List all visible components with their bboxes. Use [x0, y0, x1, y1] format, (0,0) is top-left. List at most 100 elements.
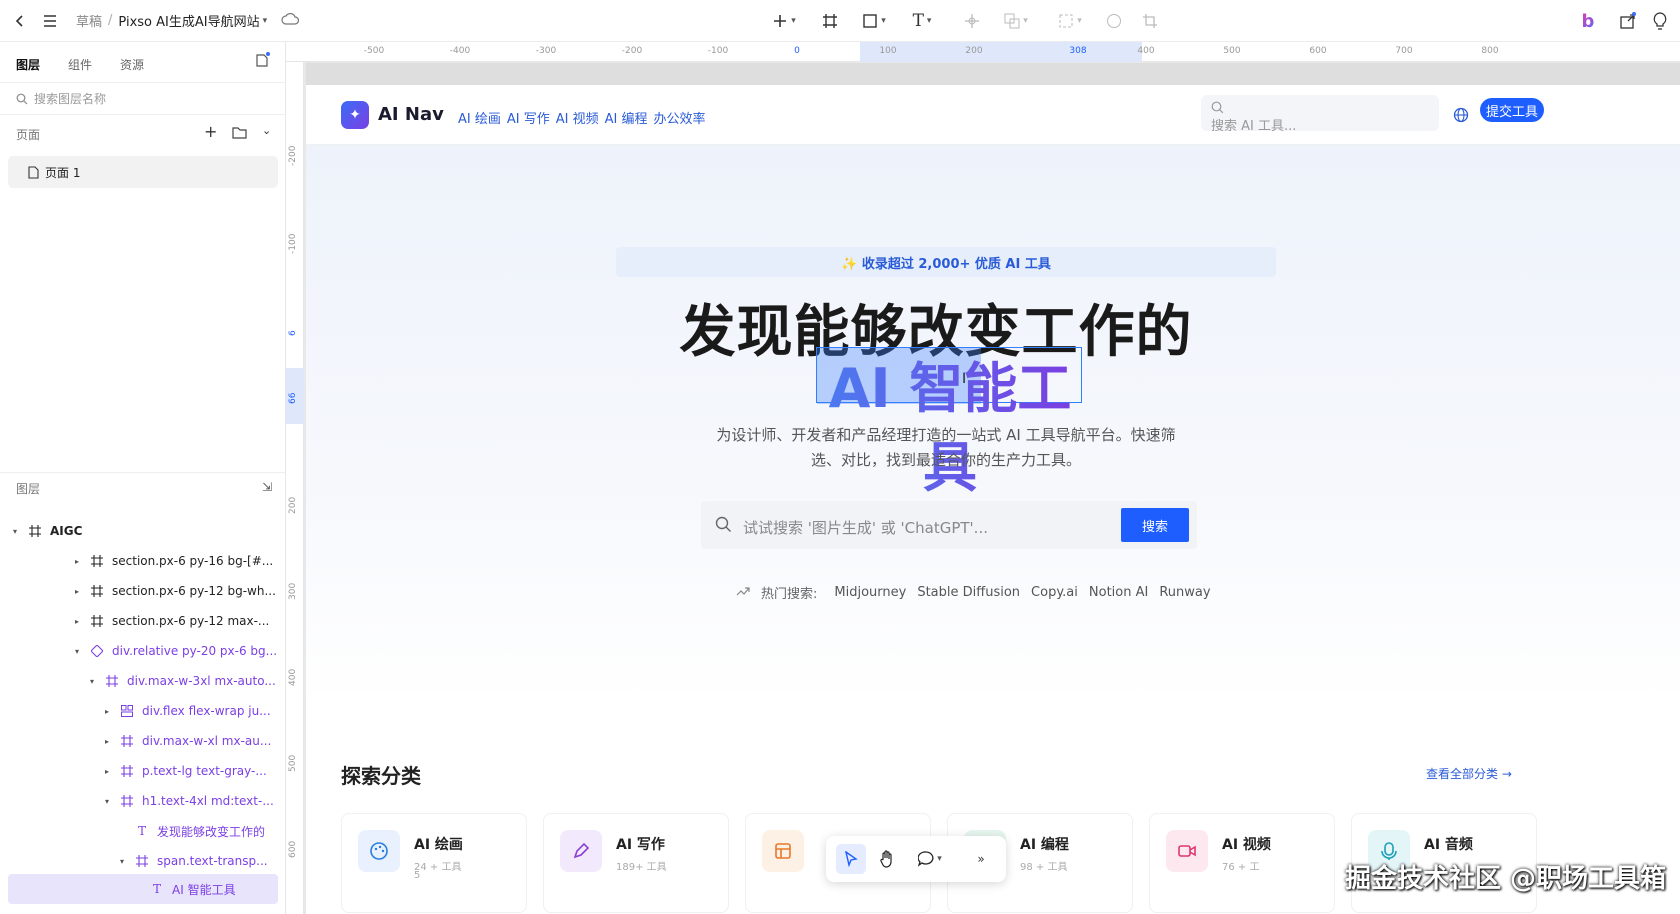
hero-search-bar: 试试搜索 '图片生成' 或 'ChatGPT'... 搜索: [701, 501, 1197, 549]
nav-link[interactable]: 办公效率: [654, 108, 706, 127]
hot-search-link[interactable]: Runway: [1159, 585, 1210, 600]
watermark: 掘金技术社区 @职场工具箱: [1345, 864, 1667, 894]
layer-row[interactable]: ▸ section.px-6 py-16 bg-[#...: [0, 546, 286, 576]
search-icon: [16, 93, 28, 104]
tab-assets[interactable]: 资源: [120, 56, 144, 73]
hero-search-button[interactable]: 搜索: [1121, 508, 1189, 542]
layer-row[interactable]: T 发现能够改变工作的: [0, 816, 286, 846]
caret-right-icon[interactable]: ▸: [72, 557, 82, 566]
nav-link[interactable]: AI 写作: [507, 108, 550, 127]
layer-row[interactable]: ▸ p.text-lg text-gray-...: [0, 756, 286, 786]
floating-toolbar: ▾ »: [826, 836, 1006, 882]
category-card[interactable]: AI 视频 76 + 工: [1149, 813, 1335, 913]
folder-icon[interactable]: [232, 124, 247, 143]
nav-link[interactable]: AI 视频: [556, 108, 599, 127]
hot-search-link[interactable]: Stable Diffusion: [917, 585, 1020, 600]
video-icon: [1166, 830, 1208, 872]
cloud-sync-icon[interactable]: [281, 12, 300, 29]
frame-layer-icon: [120, 764, 134, 778]
move-icon[interactable]: [958, 7, 986, 35]
layer-row[interactable]: ▸ section.px-6 py-12 max-...: [0, 606, 286, 636]
submit-tool-button[interactable]: 提交工具: [1480, 98, 1544, 122]
layer-row[interactable]: ▾ div.relative py-20 px-6 bg...: [0, 636, 286, 666]
ruler-tick-label: 500: [1223, 46, 1241, 56]
boolean-icon[interactable]: ▾: [996, 7, 1036, 35]
hand-tool-icon[interactable]: [872, 844, 902, 874]
lightbulb-icon[interactable]: [1646, 7, 1674, 35]
hero-search-input[interactable]: 试试搜索 '图片生成' 或 'ChatGPT'...: [743, 517, 988, 538]
chevron-down-icon[interactable]: ⌄: [262, 124, 271, 137]
palette-icon: [358, 830, 400, 872]
ruler-tick-label: 100: [879, 46, 897, 56]
ruler-tick-label: 600: [288, 840, 298, 858]
site-logo-text[interactable]: AI Nav: [378, 104, 444, 125]
file-name[interactable]: Pixso AI生成AI导航网站: [118, 11, 259, 30]
canvas[interactable]: -500 -400 -300 -200 -100 0 100 200 308 400 500 600 7…: [286, 42, 1680, 914]
layer-row[interactable]: ▾ div.max-w-3xl mx-auto...: [0, 666, 286, 696]
layer-label: AIGC: [50, 524, 83, 538]
tab-layers[interactable]: 图层: [16, 56, 40, 73]
back-icon[interactable]: [6, 7, 34, 35]
frame-layer-icon: [90, 614, 104, 628]
collapse-all-icon[interactable]: ⇲: [262, 480, 272, 494]
mask-icon[interactable]: [1100, 7, 1128, 35]
ruler-selection-highlight: [860, 42, 1142, 62]
breadcrumb-folder[interactable]: 草稿: [76, 11, 102, 30]
share-icon[interactable]: [1614, 7, 1642, 35]
caret-right-icon[interactable]: ▸: [72, 617, 82, 626]
ruler-tick-label: 600: [1309, 46, 1327, 56]
view-all-categories-link[interactable]: 查看全部分类 →: [1426, 765, 1512, 782]
crop-icon[interactable]: [1136, 7, 1164, 35]
layer-row[interactable]: T AI 智能工具: [8, 874, 278, 904]
chevron-down-icon[interactable]: ▾: [263, 16, 268, 26]
category-card[interactable]: AI 绘画 24 + 工具 5: [341, 813, 527, 913]
text-tool-icon[interactable]: T ▾: [902, 7, 942, 35]
hot-search-link[interactable]: Copy.ai: [1031, 585, 1078, 600]
nav-link[interactable]: AI 编程: [605, 108, 648, 127]
globe-icon[interactable]: [1453, 107, 1469, 127]
layer-row[interactable]: ▸ div.max-w-xl mx-au...: [0, 726, 286, 756]
layer-search-placeholder: 搜索图层名称: [34, 92, 107, 106]
category-card[interactable]: AI 写作 189+ 工具: [543, 813, 729, 913]
component-icon[interactable]: ▾: [1050, 7, 1090, 35]
caret-down-icon[interactable]: ▾: [102, 797, 112, 806]
layer-label: p.text-lg text-gray-...: [142, 764, 267, 778]
hot-search-link[interactable]: Midjourney: [834, 585, 906, 600]
more-tools-icon[interactable]: »: [966, 844, 996, 874]
layer-row[interactable]: ▸ section.px-6 py-12 bg-wh...: [0, 576, 286, 606]
caret-right-icon[interactable]: ▸: [102, 767, 112, 776]
layer-row[interactable]: ▾ AIGC: [0, 516, 286, 546]
category-count: 76 + 工: [1222, 862, 1260, 873]
pointer-tool-icon[interactable]: [836, 844, 866, 874]
hot-search-link[interactable]: Notion AI: [1089, 585, 1148, 600]
tools-count-badge: ✨ 收录超过 2,000+ 优质 AI 工具: [616, 247, 1276, 277]
nav-link[interactable]: AI 绘画: [458, 108, 501, 127]
caret-right-icon[interactable]: ▸: [102, 707, 112, 716]
headline-selection-box[interactable]: AI 智能工具: [816, 347, 1082, 499]
caret-down-icon[interactable]: ▾: [117, 857, 127, 866]
caret-down-icon[interactable]: ▾: [10, 527, 20, 536]
layer-row[interactable]: ▸ div.flex flex-wrap ju...: [0, 696, 286, 726]
nav-search-input[interactable]: 搜索 AI 工具...: [1201, 95, 1439, 134]
ruler-tick-label: 700: [1395, 46, 1413, 56]
caret-down-icon[interactable]: ▾: [87, 677, 97, 686]
caret-right-icon[interactable]: ▸: [102, 737, 112, 746]
page-item[interactable]: 页面 1: [8, 156, 278, 188]
layer-row[interactable]: ▾ h1.text-4xl md:text-...: [0, 786, 286, 816]
design-frame[interactable]: ✦ AI Nav AI 绘画 AI 写作 AI 视频 AI 编程 办公效率 搜索 AI …: [306, 85, 1680, 914]
frame-tool-icon[interactable]: [816, 7, 844, 35]
rectangle-tool-icon[interactable]: ▾: [854, 7, 894, 35]
comment-tool-icon[interactable]: ▾: [910, 844, 950, 874]
add-page-icon[interactable]: +: [204, 122, 217, 141]
panel-tabs: 图层 组件 资源: [16, 56, 144, 73]
layer-search-input[interactable]: 搜索图层名称: [16, 90, 106, 107]
menu-icon[interactable]: [36, 7, 64, 35]
tab-components[interactable]: 组件: [68, 56, 92, 73]
layer-row[interactable]: ▾ span.text-transp...: [0, 846, 286, 876]
ai-logo-icon[interactable]: b: [1574, 7, 1602, 35]
caret-right-icon[interactable]: ▸: [72, 587, 82, 596]
pages-icon[interactable]: [254, 52, 270, 72]
caret-down-icon[interactable]: ▾: [72, 647, 82, 656]
add-tool-icon[interactable]: ▾: [764, 7, 804, 35]
layer-label: section.px-6 py-16 bg-[#...: [112, 554, 274, 568]
